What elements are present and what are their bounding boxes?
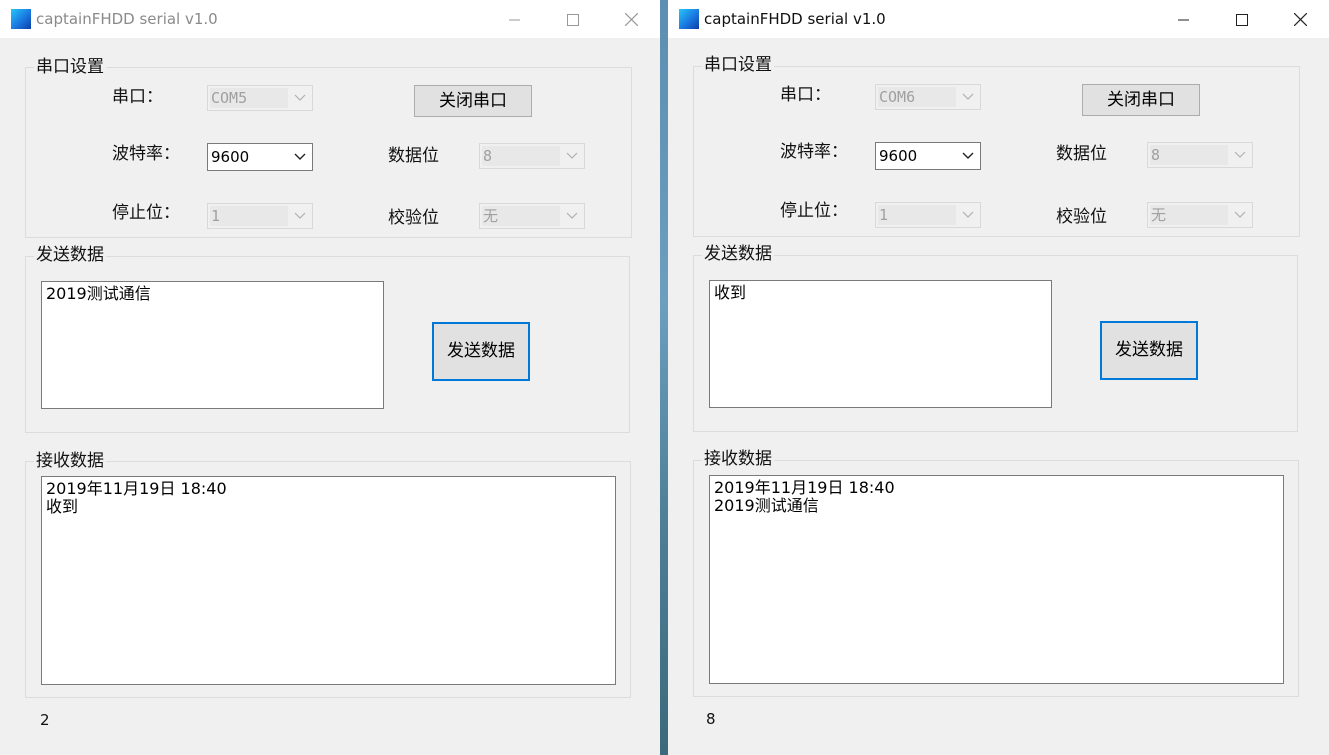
stop-bits-label: 停止位： xyxy=(780,201,848,221)
parity-select[interactable]: 无 xyxy=(479,203,585,229)
data-bits-select[interactable]: 8 xyxy=(479,143,585,169)
send-data-legend: 发送数据 xyxy=(702,244,774,264)
chevron-down-icon xyxy=(958,85,978,109)
close-port-button[interactable]: 关闭串口 xyxy=(1082,84,1200,116)
stop-bits-value: 1 xyxy=(878,205,956,225)
send-data-button[interactable]: 发送数据 xyxy=(1100,321,1198,380)
chevron-down-icon xyxy=(1230,143,1250,167)
maximize-button[interactable] xyxy=(544,0,602,38)
chevron-down-icon xyxy=(290,144,310,168)
stop-bits-value: 1 xyxy=(210,206,288,226)
parity-value: 无 xyxy=(1150,205,1228,225)
serial-settings-legend: 串口设置 xyxy=(34,57,106,77)
port-value: COM6 xyxy=(878,87,956,107)
port-select[interactable]: COM6 xyxy=(875,84,981,110)
send-data-button[interactable]: 发送数据 xyxy=(432,322,530,381)
parity-select[interactable]: 无 xyxy=(1147,202,1253,228)
close-icon xyxy=(624,12,638,27)
received-count: 2 xyxy=(40,711,50,729)
maximize-icon xyxy=(567,13,579,26)
port-label: 串口： xyxy=(780,85,831,105)
minimize-icon xyxy=(509,19,520,20)
receive-textbox[interactable]: 2019年11月19日 18:40 2019测试通信 xyxy=(709,475,1284,684)
minimize-icon xyxy=(1178,19,1189,20)
baud-select[interactable]: 9600 xyxy=(875,142,981,170)
window-title: captainFHDD serial v1.0 xyxy=(36,10,218,28)
receive-data-legend: 接收数据 xyxy=(702,449,774,469)
title-bar[interactable]: captainFHDD serial v1.0 xyxy=(0,0,660,38)
chevron-down-icon xyxy=(562,144,582,168)
baud-label: 波特率： xyxy=(780,142,848,162)
receive-textbox[interactable]: 2019年11月19日 18:40 收到 xyxy=(41,476,616,685)
port-select[interactable]: COM5 xyxy=(207,85,313,111)
send-data-legend: 发送数据 xyxy=(34,245,106,265)
baud-value: 9600 xyxy=(878,146,956,167)
serial-window-com5[interactable]: captainFHDD serial v1.0 串口设置 串口： COM5 关闭… xyxy=(0,0,660,755)
close-button[interactable] xyxy=(1271,0,1329,38)
app-icon xyxy=(679,9,699,29)
serial-settings-legend: 串口设置 xyxy=(702,55,774,75)
send-textbox[interactable]: 2019测试通信 xyxy=(41,281,384,409)
baud-label: 波特率： xyxy=(112,144,180,164)
port-value: COM5 xyxy=(210,88,288,108)
stop-bits-label: 停止位： xyxy=(112,203,180,223)
minimize-button[interactable] xyxy=(1155,0,1213,38)
chevron-down-icon xyxy=(1230,203,1250,227)
close-icon xyxy=(1293,12,1307,27)
data-bits-select[interactable]: 8 xyxy=(1147,142,1253,168)
data-bits-value: 8 xyxy=(482,146,560,166)
chevron-down-icon xyxy=(290,204,310,228)
close-port-button[interactable]: 关闭串口 xyxy=(414,85,532,117)
chevron-down-icon xyxy=(958,143,978,167)
receive-data-legend: 接收数据 xyxy=(34,451,106,471)
send-textbox[interactable]: 收到 xyxy=(709,280,1052,408)
maximize-button[interactable] xyxy=(1213,0,1271,38)
stop-bits-select[interactable]: 1 xyxy=(875,202,981,228)
chevron-down-icon xyxy=(562,204,582,228)
stop-bits-select[interactable]: 1 xyxy=(207,203,313,229)
maximize-icon xyxy=(1236,13,1248,26)
chevron-down-icon xyxy=(290,86,310,110)
parity-value: 无 xyxy=(482,206,560,226)
data-bits-label: 数据位 xyxy=(388,146,439,166)
chevron-down-icon xyxy=(958,203,978,227)
parity-label: 校验位 xyxy=(388,208,439,228)
window-title: captainFHDD serial v1.0 xyxy=(704,10,886,28)
data-bits-value: 8 xyxy=(1150,145,1228,165)
title-bar[interactable]: captainFHDD serial v1.0 xyxy=(668,0,1329,38)
data-bits-label: 数据位 xyxy=(1056,144,1107,164)
parity-label: 校验位 xyxy=(1056,207,1107,227)
baud-value: 9600 xyxy=(210,147,288,168)
serial-window-com6[interactable]: captainFHDD serial v1.0 串口设置 串口： COM6 关闭… xyxy=(668,0,1329,755)
minimize-button[interactable] xyxy=(486,0,544,38)
received-count: 8 xyxy=(706,710,716,728)
baud-select[interactable]: 9600 xyxy=(207,143,313,171)
close-button[interactable] xyxy=(602,0,660,38)
app-icon xyxy=(11,9,31,29)
port-label: 串口： xyxy=(112,87,163,107)
